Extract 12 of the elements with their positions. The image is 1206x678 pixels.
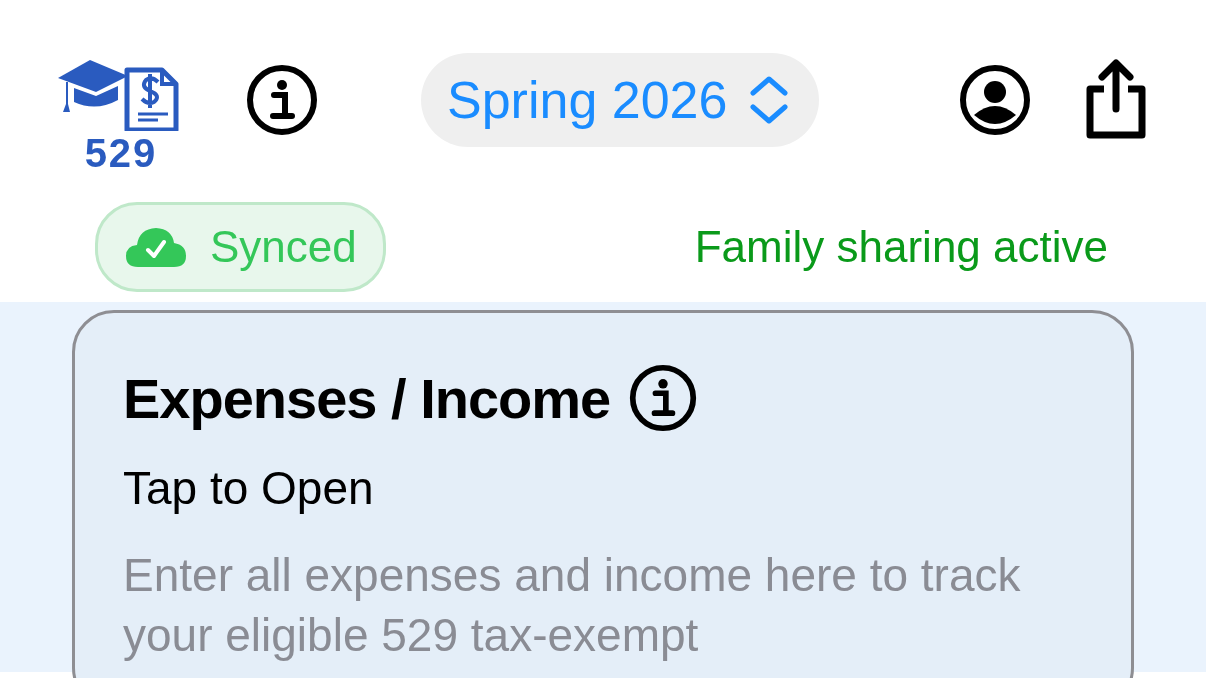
chevron-up-down-icon — [749, 75, 790, 125]
info-icon[interactable] — [245, 63, 319, 137]
sharing-status: Family sharing active — [694, 222, 1108, 272]
card-title: Expenses / Income — [123, 365, 611, 431]
card-description: Enter all expenses and income here to track your eligible 529 tax-exempt — [123, 548, 1022, 663]
expenses-card[interactable]: Expenses / Income Tap to Open Enter all expenses and income here to track your eligible 529 tax-exempt — [72, 310, 1134, 678]
cloud-check-icon — [124, 225, 188, 269]
profile-icon[interactable] — [958, 63, 1032, 137]
sync-label: Synced — [210, 222, 357, 272]
logo-text: 529 — [84, 130, 158, 175]
card-subtitle: Tap to Open — [123, 461, 374, 515]
info-icon[interactable] — [628, 363, 699, 433]
